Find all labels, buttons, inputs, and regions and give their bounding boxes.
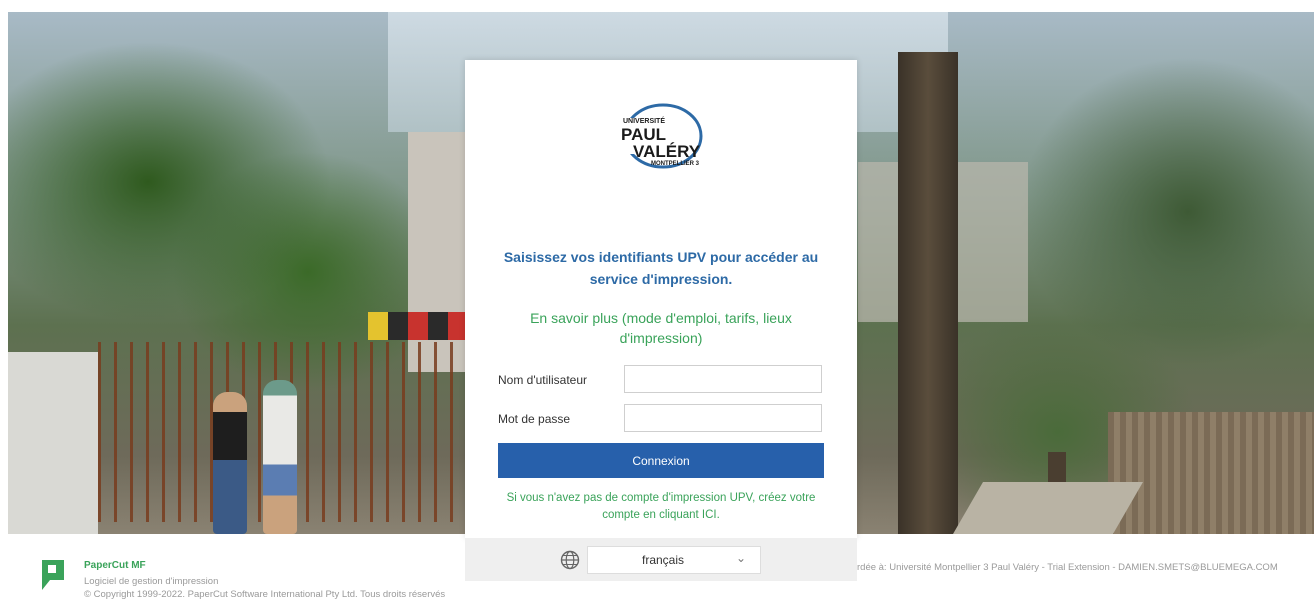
- login-instructions: Saisissez vos identifiants UPV pour accé…: [503, 249, 819, 287]
- create-account-link[interactable]: Si vous n'avez pas de compte d'impressio…: [505, 490, 817, 524]
- language-bar: français ⌄: [465, 538, 857, 581]
- copyright-text: © Copyright 1999-2022. PaperCut Software…: [84, 589, 446, 600]
- chevron-down-icon: ⌄: [735, 551, 746, 565]
- booth: [8, 352, 98, 534]
- colored-panels: [368, 312, 468, 340]
- password-input[interactable]: [624, 404, 822, 432]
- password-label: Mot de passe: [498, 412, 571, 426]
- product-tagline: Logiciel de gestion d'impression: [84, 576, 219, 587]
- username-input[interactable]: [624, 365, 822, 393]
- fence: [1108, 412, 1314, 534]
- logo-text-montpellier: MONTPELLIER 3: [651, 161, 700, 167]
- login-button[interactable]: Connexion: [498, 443, 824, 478]
- language-select[interactable]: français ⌄: [587, 546, 761, 574]
- tree-trunk: [898, 52, 958, 534]
- login-card: UNIVERSITÉ PAUL VALÉRY MONTPELLIER 3 Sai…: [465, 60, 857, 538]
- person: [263, 380, 297, 534]
- logo-text-valery: VALÉRY: [633, 142, 701, 161]
- license-info: rdée à: Université Montpellier 3 Paul Va…: [857, 562, 1278, 573]
- logo-text-universite: UNIVERSITÉ: [623, 116, 665, 125]
- product-name: PaperCut MF: [84, 560, 146, 571]
- more-info-link[interactable]: En savoir plus (mode d'emploi, tarifs, l…: [505, 308, 817, 348]
- path: [952, 482, 1144, 534]
- globe-icon: [560, 550, 580, 570]
- language-selected-value: français: [641, 553, 685, 567]
- university-logo: UNIVERSITÉ PAUL VALÉRY MONTPELLIER 3: [617, 103, 703, 169]
- papercut-logo-icon: [42, 560, 64, 590]
- username-label: Nom d'utilisateur: [498, 373, 587, 387]
- person: [213, 392, 247, 534]
